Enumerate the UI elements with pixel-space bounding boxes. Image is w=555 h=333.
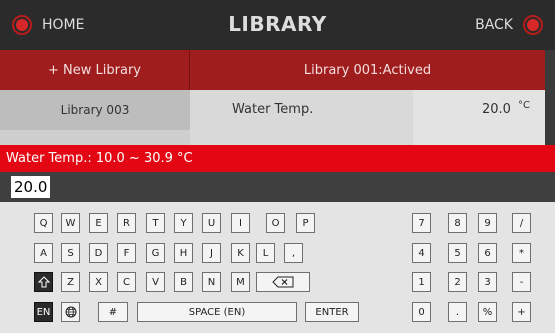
key-minus[interactable]: -: [512, 272, 531, 292]
key-j[interactable]: J: [202, 243, 221, 263]
parameter-name: Water Temp.: [232, 102, 314, 117]
parameter-value[interactable]: 20.0: [482, 102, 511, 117]
key-i[interactable]: I: [231, 213, 250, 233]
key-v[interactable]: V: [146, 272, 165, 292]
library-list-item[interactable]: Library 003: [0, 90, 190, 130]
key-3[interactable]: 3: [478, 272, 497, 292]
key-u[interactable]: U: [202, 213, 221, 233]
library-bar: + New Library Library 001:Actived: [0, 50, 555, 90]
backspace-icon: [272, 276, 294, 288]
key-z[interactable]: Z: [61, 272, 80, 292]
key-9[interactable]: 9: [478, 213, 497, 233]
key-0[interactable]: 0: [412, 302, 431, 322]
back-button[interactable]: BACK: [475, 13, 543, 37]
key-p[interactable]: P: [296, 213, 315, 233]
key-q[interactable]: Q: [34, 213, 53, 233]
list-item[interactable]: [0, 130, 190, 145]
key-w[interactable]: W: [61, 213, 80, 233]
value-input[interactable]: 20.0: [11, 176, 51, 198]
key-dot[interactable]: .: [448, 302, 467, 322]
backspace-key[interactable]: [256, 272, 310, 292]
shift-icon: [37, 276, 50, 288]
key-d[interactable]: D: [89, 243, 108, 263]
key-comma[interactable]: ,: [284, 243, 303, 263]
key-8[interactable]: 8: [448, 213, 467, 233]
key-s[interactable]: S: [61, 243, 80, 263]
top-bar: HOME LIBRARY BACK: [0, 0, 555, 50]
range-hint: Water Temp.: 10.0 ~ 30.9 °C: [0, 145, 555, 172]
key-1[interactable]: 1: [412, 272, 431, 292]
key-l[interactable]: L: [256, 243, 275, 263]
input-bar: 20.0: [0, 172, 555, 202]
hash-key[interactable]: #: [98, 302, 128, 322]
key-b[interactable]: B: [174, 272, 193, 292]
key-k[interactable]: K: [231, 243, 250, 263]
space-key[interactable]: SPACE (EN): [137, 302, 297, 322]
key-4[interactable]: 4: [412, 243, 431, 263]
key-6[interactable]: 6: [478, 243, 497, 263]
enter-key[interactable]: ENTER: [305, 302, 359, 322]
key-multiply[interactable]: *: [512, 243, 531, 263]
key-plus[interactable]: +: [512, 302, 531, 322]
key-h[interactable]: H: [174, 243, 193, 263]
page-title: LIBRARY: [228, 12, 327, 36]
key-divide[interactable]: /: [512, 213, 531, 233]
key-o[interactable]: O: [266, 213, 285, 233]
key-m[interactable]: M: [231, 272, 250, 292]
key-f[interactable]: F: [117, 243, 136, 263]
back-icon: [523, 15, 543, 35]
key-t[interactable]: T: [146, 213, 165, 233]
key-r[interactable]: R: [117, 213, 136, 233]
scrollbar[interactable]: [545, 50, 555, 145]
key-5[interactable]: 5: [448, 243, 467, 263]
table-row: Library 003 Water Temp. 20.0 °C: [0, 90, 545, 130]
new-library-button[interactable]: + New Library: [0, 50, 190, 90]
key-c[interactable]: C: [117, 272, 136, 292]
key-2[interactable]: 2: [448, 272, 467, 292]
key-n[interactable]: N: [202, 272, 221, 292]
parameter-unit: °C: [518, 100, 530, 111]
key-7[interactable]: 7: [412, 213, 431, 233]
globe-key[interactable]: [61, 302, 80, 322]
key-e[interactable]: E: [89, 213, 108, 233]
key-y[interactable]: Y: [174, 213, 193, 233]
globe-icon: [65, 306, 76, 318]
lang-key[interactable]: EN: [34, 302, 53, 322]
key-g[interactable]: G: [146, 243, 165, 263]
active-library-label: Library 001:Actived: [303, 62, 432, 78]
key-x[interactable]: X: [89, 272, 108, 292]
value-cell[interactable]: [413, 130, 545, 145]
table-row: [0, 130, 545, 145]
key-a[interactable]: A: [34, 243, 53, 263]
back-label: BACK: [475, 17, 513, 33]
on-screen-keyboard: Q W E R T Y U I O P A S D F G H J K L , …: [0, 202, 555, 333]
key-percent[interactable]: %: [478, 302, 497, 322]
shift-key[interactable]: [34, 272, 53, 292]
